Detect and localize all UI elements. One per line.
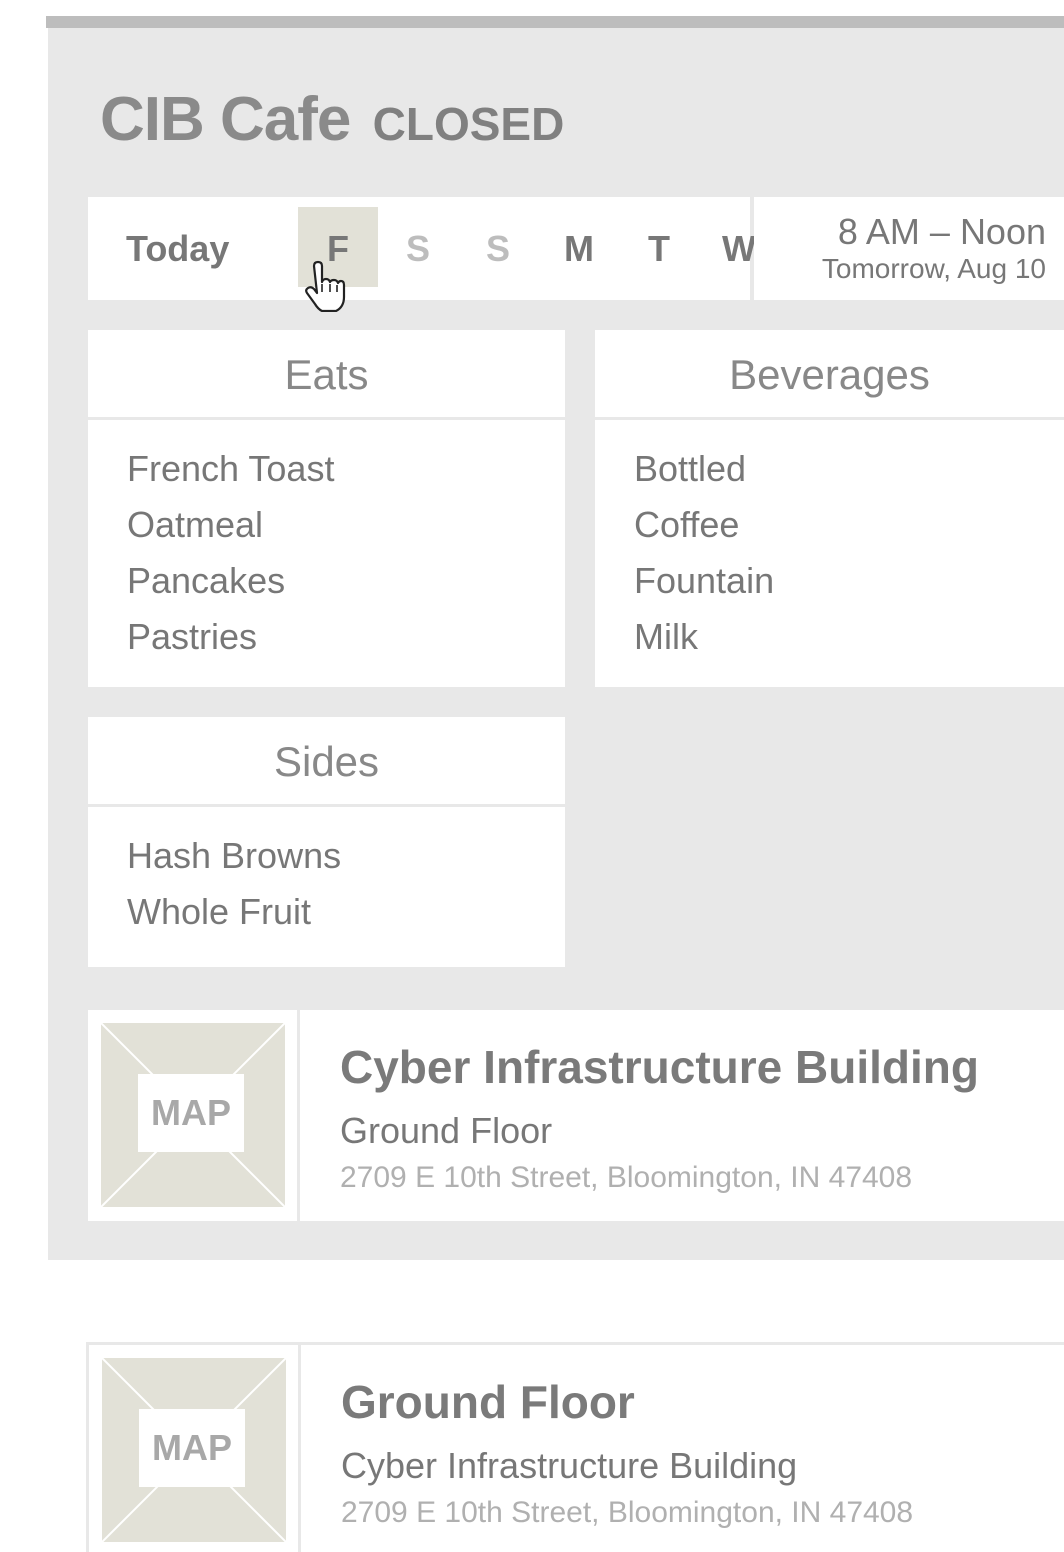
cafe-name: CIB Cafe xyxy=(100,85,351,154)
status-badge: CLOSED xyxy=(372,98,565,150)
menu-item: Bottled xyxy=(634,448,747,489)
hand-pointer-icon xyxy=(305,260,346,312)
day-label: S xyxy=(405,228,430,269)
menu-panel-title: Eats xyxy=(88,330,565,420)
day-selector: Today F S S M T W xyxy=(88,197,756,300)
location-subtitle: Cyber Infrastructure Building xyxy=(341,1445,798,1486)
location-title: Cyber Infrastructure Building xyxy=(340,1041,979,1093)
hours-time: 8 AM – Noon xyxy=(837,211,1046,252)
menu-panel-title: Beverages xyxy=(595,330,1064,420)
day-saturday[interactable]: S xyxy=(378,197,458,300)
menu-panel-sides: Sides Hash Browns Whole Fruit xyxy=(88,717,565,967)
day-tuesday[interactable]: T xyxy=(619,197,699,300)
top-divider-bar xyxy=(46,16,1064,28)
menu-item: Pastries xyxy=(127,616,258,657)
map-label: MAP xyxy=(139,1409,245,1487)
location-address: 2709 E 10th Street, Bloomington, IN 4740… xyxy=(341,1496,914,1529)
day-today[interactable]: Today xyxy=(126,197,236,300)
menu-item: Hash Browns xyxy=(127,835,342,876)
menu-item: Whole Fruit xyxy=(127,891,312,932)
day-sunday[interactable]: S xyxy=(458,197,538,300)
day-label: M xyxy=(564,228,594,269)
location-subtitle: Ground Floor xyxy=(340,1110,553,1151)
menu-panel-title: Sides xyxy=(88,717,565,807)
cafe-card: CIB Cafe CLOSED Today F S S M T W 8 AM –… xyxy=(48,28,1064,1260)
day-label: T xyxy=(648,228,670,269)
map-label: MAP xyxy=(138,1074,244,1152)
map-thumbnail[interactable]: MAP xyxy=(88,1010,300,1221)
day-label: S xyxy=(485,228,510,269)
map-thumbnail[interactable]: MAP xyxy=(89,1345,301,1552)
menu-panel-beverages: Beverages Bottled Coffee Fountain Milk xyxy=(595,330,1064,687)
menu-list: French Toast Oatmeal Pancakes Pastries xyxy=(88,420,565,670)
day-monday[interactable]: M xyxy=(539,197,619,300)
location-card[interactable]: MAP Cyber Infrastructure Building Ground… xyxy=(88,1010,1064,1221)
location-title: Ground Floor xyxy=(341,1376,635,1428)
menu-item: French Toast xyxy=(127,448,335,489)
menu-item: Milk xyxy=(634,616,698,657)
menu-list: Bottled Coffee Fountain Milk xyxy=(595,420,1064,670)
menu-item: Pancakes xyxy=(127,560,286,601)
menu-list: Hash Browns Whole Fruit xyxy=(88,807,565,945)
location-address: 2709 E 10th Street, Bloomington, IN 4740… xyxy=(340,1161,913,1194)
hours-date: Tomorrow, Aug 10 xyxy=(821,253,1046,284)
cafe-title: CIB Cafe CLOSED xyxy=(100,84,564,155)
hours-panel: 8 AM – Noon Tomorrow, Aug 10 xyxy=(754,197,1064,300)
day-label: W xyxy=(722,228,756,269)
menu-item: Oatmeal xyxy=(127,504,264,545)
location-card-secondary[interactable]: MAP Ground Floor Cyber Infrastructure Bu… xyxy=(86,1342,1064,1552)
menu-panel-eats: Eats French Toast Oatmeal Pancakes Pastr… xyxy=(88,330,565,687)
menu-item: Coffee xyxy=(634,504,740,545)
menu-item: Fountain xyxy=(634,560,775,601)
